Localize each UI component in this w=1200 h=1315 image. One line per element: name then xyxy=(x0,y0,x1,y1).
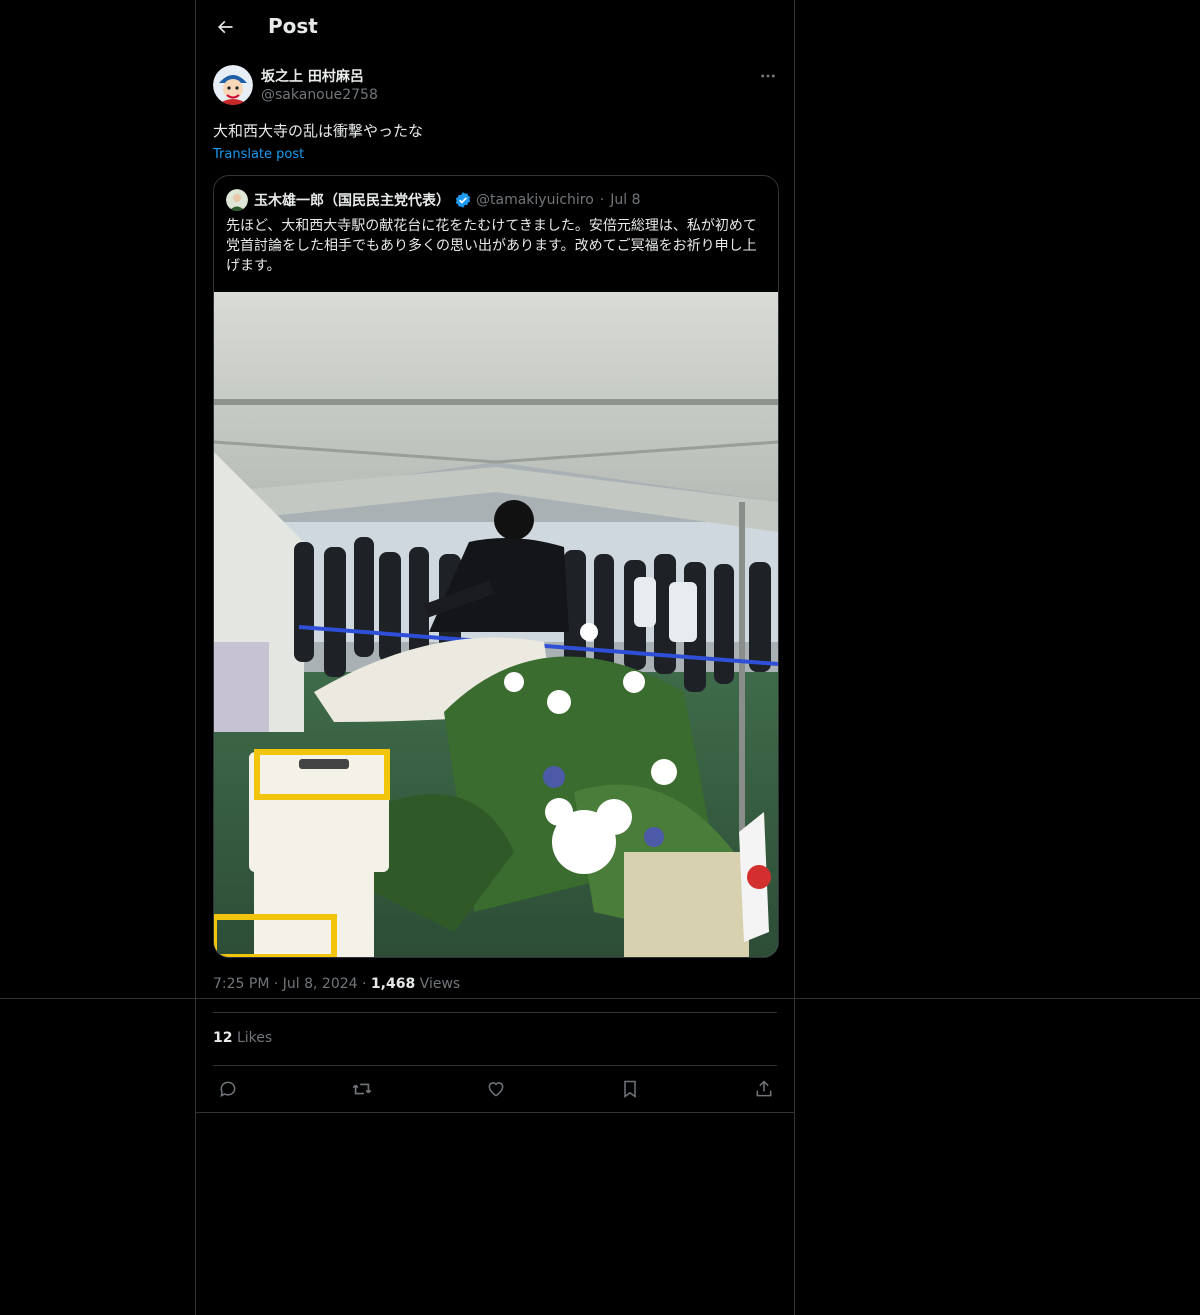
translate-post-link[interactable]: Translate post xyxy=(213,147,304,162)
more-icon xyxy=(761,74,775,78)
like-icon xyxy=(488,1082,504,1097)
post-column: Post 坂之上 田村麻呂 @sakanoue2758 大和西大寺の乱は衝撃やっ… xyxy=(195,0,795,1315)
likes-count: 12 xyxy=(213,1030,233,1046)
quoted-post-header: 玉木雄一郎（国民民主党代表） @tamakiyuichiro · Jul 8 xyxy=(226,188,641,212)
verified-badge-icon xyxy=(454,191,472,209)
separator-dot: · xyxy=(362,976,367,992)
author-name[interactable]: 坂之上 田村麻呂 xyxy=(261,66,364,86)
separator-dot: · xyxy=(599,192,605,208)
quoted-post-image[interactable] xyxy=(214,292,778,957)
quoted-author-name[interactable]: 玉木雄一郎（国民民主党代表） xyxy=(254,190,450,210)
back-button[interactable] xyxy=(210,12,240,42)
repost-icon xyxy=(352,1083,372,1095)
top-bar: Post xyxy=(196,0,794,54)
likes-label: Likes xyxy=(236,1030,273,1046)
like-button[interactable] xyxy=(484,1077,508,1101)
bookmark-button[interactable] xyxy=(618,1077,642,1101)
likes-stat[interactable]: 12 Likes xyxy=(213,1030,272,1046)
divider xyxy=(213,1012,777,1013)
post-text: 大和西大寺の乱は衝撃やったな xyxy=(213,122,424,140)
author-handle[interactable]: @sakanoue2758 xyxy=(261,87,378,103)
divider xyxy=(0,998,1200,999)
separator-dot: · xyxy=(273,976,279,992)
action-bar xyxy=(213,1074,777,1104)
share-icon xyxy=(756,1080,772,1097)
reply-button[interactable] xyxy=(216,1077,240,1101)
more-options-button[interactable] xyxy=(756,64,780,88)
repost-button[interactable] xyxy=(350,1077,374,1101)
views-count: 1,468 xyxy=(370,976,416,992)
quoted-date[interactable]: Jul 8 xyxy=(610,192,640,208)
avatar[interactable] xyxy=(213,65,253,105)
reply-icon xyxy=(220,1081,236,1098)
share-button[interactable] xyxy=(752,1077,776,1101)
divider xyxy=(196,1112,794,1113)
back-arrow-icon xyxy=(218,20,233,34)
quoted-post-text: 先ほど、大和西大寺駅の献花台に花をたむけてきました。安倍元総理は、私が初めて党首… xyxy=(226,218,757,274)
bookmark-icon xyxy=(624,1080,636,1098)
post-meta: 7:25 PM · Jul 8, 2024 · 1,468 Views xyxy=(213,976,460,992)
quoted-post[interactable]: 玉木雄一郎（国民民主党代表） @tamakiyuichiro · Jul 8 先… xyxy=(213,175,779,958)
quoted-author-handle: @tamakiyuichiro xyxy=(476,192,594,208)
post-time[interactable]: 7:25 PM xyxy=(213,976,269,992)
post-date[interactable]: Jul 8, 2024 xyxy=(283,976,358,992)
views-label: Views xyxy=(419,976,461,992)
quoted-avatar[interactable] xyxy=(226,189,248,211)
divider xyxy=(213,1065,777,1066)
page-title: Post xyxy=(268,14,318,38)
